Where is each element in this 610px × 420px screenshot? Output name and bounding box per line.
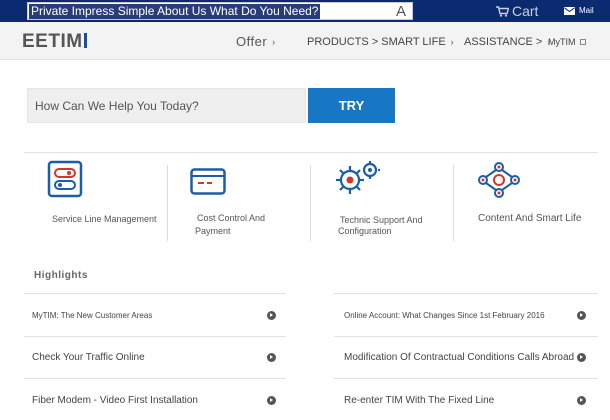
main-header: EETIM Offer › PRODUCTS > SMART LIFE › AS… (0, 22, 610, 60)
try-button[interactable]: TRY (308, 88, 395, 123)
category-content-smart-life[interactable]: Content And Smart Life (476, 160, 596, 240)
highlight-link-traffic[interactable]: Check Your Traffic Online (32, 346, 276, 368)
cart-icon (496, 5, 509, 17)
highlight-label: Fiber Modem - Video First Installation (32, 394, 198, 406)
logo-text: EETIM (22, 31, 83, 52)
highlight-link-mytim[interactable]: MyTIM: The New Customer Areas (32, 304, 276, 326)
chevron-right-icon: › (272, 37, 276, 47)
divider (310, 165, 311, 241)
help-search-placeholder: How Can We Help You Today? (35, 99, 199, 113)
nav-mytim[interactable]: MyTIM (548, 34, 586, 50)
site-logo[interactable]: EETIM (22, 32, 87, 52)
divider (24, 336, 286, 337)
divider (24, 293, 286, 294)
nav-mytim-label: MyTIM (548, 37, 576, 47)
nav-assistance[interactable]: ASSISTANCE > › (464, 34, 550, 50)
mail-icon (564, 7, 575, 15)
highlight-link-fiber-modem[interactable]: Fiber Modem - Video First Installation (32, 389, 276, 411)
highlight-label: Check Your Traffic Online (32, 351, 145, 363)
divider (167, 165, 168, 241)
divider (334, 378, 598, 379)
arrow-circle-icon (267, 395, 276, 405)
highlight-label: MyTIM: The New Customer Areas (32, 310, 153, 320)
nav-products[interactable]: PRODUCTS > SMART LIFE › (307, 34, 454, 50)
arrow-circle-icon (577, 352, 586, 362)
highlight-label: Re-enter TIM With The Fixed Line (344, 394, 495, 406)
cart-link[interactable]: Cart (496, 2, 538, 20)
category-label: Service Line Management (52, 214, 157, 224)
mail-label: Mail (579, 6, 594, 15)
category-label-line2: Configuration (338, 226, 392, 236)
nav-offer-label: Offer (236, 34, 268, 49)
highlight-link-online-account[interactable]: Online Account: What Changes Since 1st F… (344, 304, 586, 326)
highlight-link-contractual[interactable]: Modification Of Contractual Conditions C… (344, 346, 586, 368)
chevron-right-icon: › (450, 37, 454, 47)
category-label: Cost Control And (197, 213, 266, 223)
cart-label: Cart (512, 2, 539, 19)
highlight-link-reenter[interactable]: Re-enter TIM With The Fixed Line (344, 389, 586, 411)
top-search-letter: A (395, 3, 406, 20)
help-search-input[interactable]: How Can We Help You Today? (27, 88, 306, 123)
category-label: Content And Smart Life (478, 213, 582, 224)
category-cost-control[interactable]: Cost Control And Payment (190, 160, 310, 240)
network-icon (478, 162, 520, 198)
divider (24, 152, 598, 153)
mail-link[interactable]: Mail (564, 3, 594, 19)
nav-offer[interactable]: Offer › (236, 34, 276, 50)
gears-icon (336, 161, 380, 194)
arrow-circle-icon (267, 352, 276, 362)
sliders-icon (47, 160, 83, 198)
arrow-circle-icon (577, 310, 586, 320)
highlights-title: Highlights (34, 270, 88, 281)
divider (334, 293, 598, 294)
divider (453, 165, 454, 241)
top-search-box[interactable]: Private Impress Simple About Us What Do … (27, 2, 413, 20)
divider (24, 378, 286, 379)
top-search-text: Private Impress Simple About Us What Do … (29, 4, 321, 19)
nav-products-label: PRODUCTS > SMART LIFE (307, 36, 446, 48)
category-label-line2: Payment (195, 226, 231, 236)
nav-assistance-label: ASSISTANCE > (464, 36, 543, 48)
logo-bar (83, 33, 87, 48)
category-service-line[interactable]: Service Line Management (40, 160, 165, 240)
arrow-circle-icon (577, 395, 586, 405)
category-technic-support[interactable]: Technic Support And Configuration (334, 160, 452, 240)
divider (334, 336, 598, 337)
arrow-circle-icon (267, 310, 276, 320)
top-bar: Private Impress Simple About Us What Do … (0, 0, 610, 22)
lock-icon (579, 39, 586, 45)
highlight-label: Modification Of Contractual Conditions C… (344, 351, 575, 363)
credit-card-icon (190, 168, 226, 195)
highlight-label: Online Account: What Changes Since 1st F… (344, 310, 545, 320)
